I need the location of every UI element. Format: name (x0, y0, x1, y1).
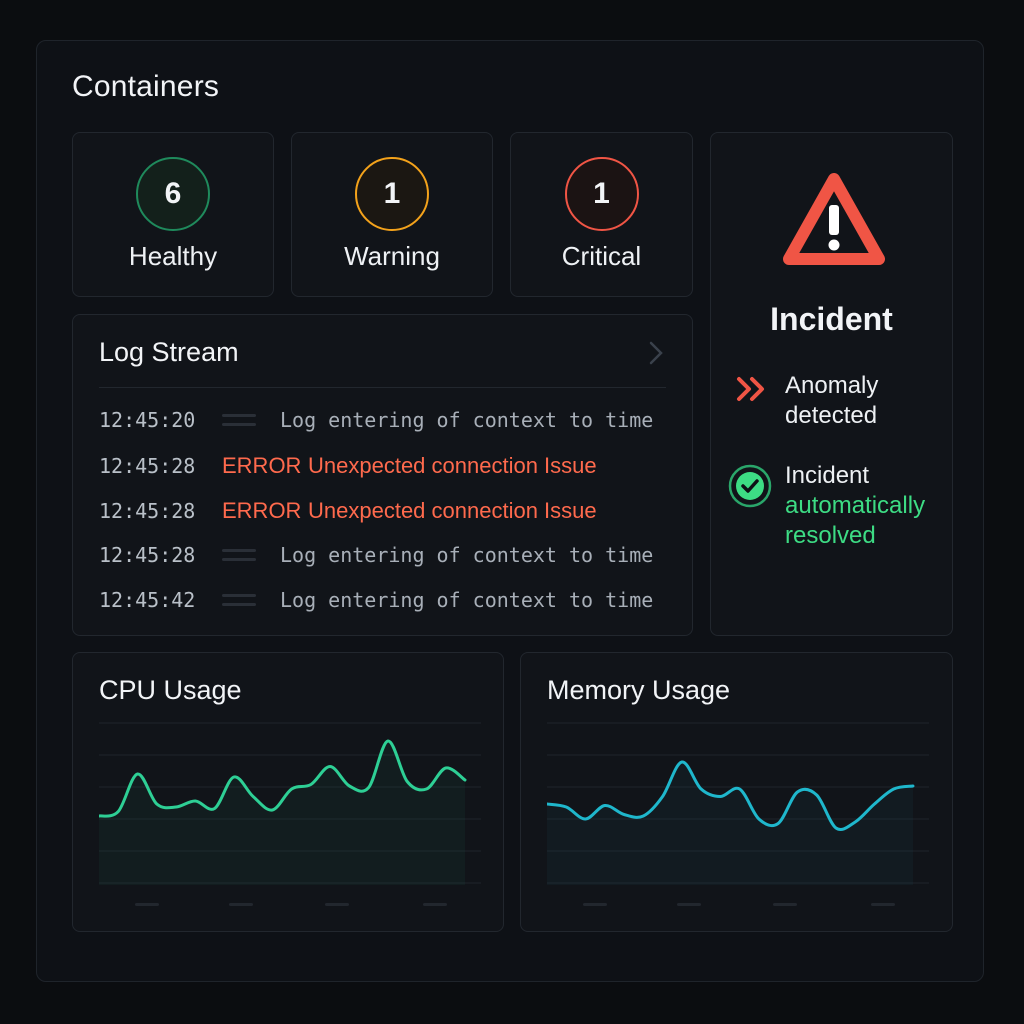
log-row[interactable]: 12:45:28 Log entering of context to time (99, 540, 672, 570)
log-level-placeholder (222, 414, 256, 426)
critical-label: Critical (561, 241, 642, 271)
log-level: ERROR (222, 453, 302, 478)
log-row[interactable]: 12:45:42 Log entering of context to time (99, 585, 672, 615)
log-row-error[interactable]: 12:45:28 ERROR Unexpected connection Iss… (99, 451, 672, 481)
healthy-label: Healthy (128, 241, 218, 271)
log-row[interactable]: 12:45:20 Log entering of context to time (99, 405, 672, 435)
log-message: Unexpected connection Issue (308, 498, 597, 523)
anomaly-label-2: detected (785, 402, 878, 429)
log-message: Log entering of context to time (280, 588, 654, 612)
x-tick-placeholder (871, 903, 895, 906)
x-tick-placeholder (583, 903, 607, 906)
x-tick-placeholder (325, 903, 349, 906)
log-level: ERROR (222, 498, 302, 523)
log-time: 12:45:20 (99, 408, 196, 432)
x-tick-placeholder (677, 903, 701, 906)
log-message: Log entering of context to time (280, 408, 654, 432)
cpu-usage-title: CPU Usage (99, 675, 242, 705)
cpu-usage-panel: CPU Usage (72, 652, 504, 932)
anomaly-label: Anomaly (785, 372, 879, 399)
log-time: 12:45:42 (99, 588, 196, 612)
healthy-count: 6 (136, 157, 210, 231)
page-title: Containers (72, 70, 220, 103)
memory-usage-chart[interactable] (547, 721, 929, 921)
log-level-placeholder (222, 594, 256, 606)
check-circle-icon (728, 464, 772, 508)
critical-count: 1 (564, 157, 639, 231)
log-level-placeholder (222, 549, 256, 561)
log-message: Unexpected connection Issue (308, 453, 597, 478)
log-stream-panel: Log Stream 12:45:20 Log entering of cont… (72, 314, 693, 636)
memory-usage-area (547, 761, 913, 885)
cpu-usage-chart[interactable] (99, 721, 481, 921)
warning-triangle-icon (783, 173, 885, 265)
x-tick-placeholder (423, 903, 447, 906)
x-tick-placeholder (229, 903, 253, 906)
log-divider (99, 387, 666, 388)
chevron-right-icon[interactable] (642, 339, 670, 367)
log-time: 12:45:28 (99, 499, 196, 523)
x-tick-placeholder (773, 903, 797, 906)
memory-usage-title: Memory Usage (547, 675, 731, 705)
log-message: Log entering of context to time (280, 543, 654, 567)
log-stream-title: Log Stream (99, 337, 239, 367)
memory-usage-panel: Memory Usage (520, 652, 953, 932)
cpu-usage-area (99, 740, 465, 885)
resolved-label: Incident (785, 462, 870, 489)
double-chevron-right-icon (737, 377, 764, 401)
x-tick-placeholder (135, 903, 159, 906)
warning-card[interactable]: 1 Warning (291, 132, 493, 297)
anomaly-detected-item: Anomaly detected (733, 371, 942, 435)
healthy-card[interactable]: 6 Healthy (72, 132, 274, 297)
log-row-error[interactable]: 12:45:28 ERROR Unexpected connection Iss… (99, 496, 672, 526)
resolved-label-3: resolved (785, 522, 876, 549)
log-time: 12:45:28 (99, 454, 196, 478)
critical-card[interactable]: 1 Critical (510, 132, 693, 297)
incident-title: Incident (770, 301, 893, 337)
incident-resolved-item: Incident automatically resolved (728, 461, 942, 561)
warning-label: Warning (344, 241, 440, 271)
log-time: 12:45:28 (99, 543, 196, 567)
incident-panel: Incident Anomaly detected Incident autom… (710, 132, 953, 636)
resolved-label-2: automatically (785, 492, 926, 519)
warning-count: 1 (355, 157, 429, 231)
